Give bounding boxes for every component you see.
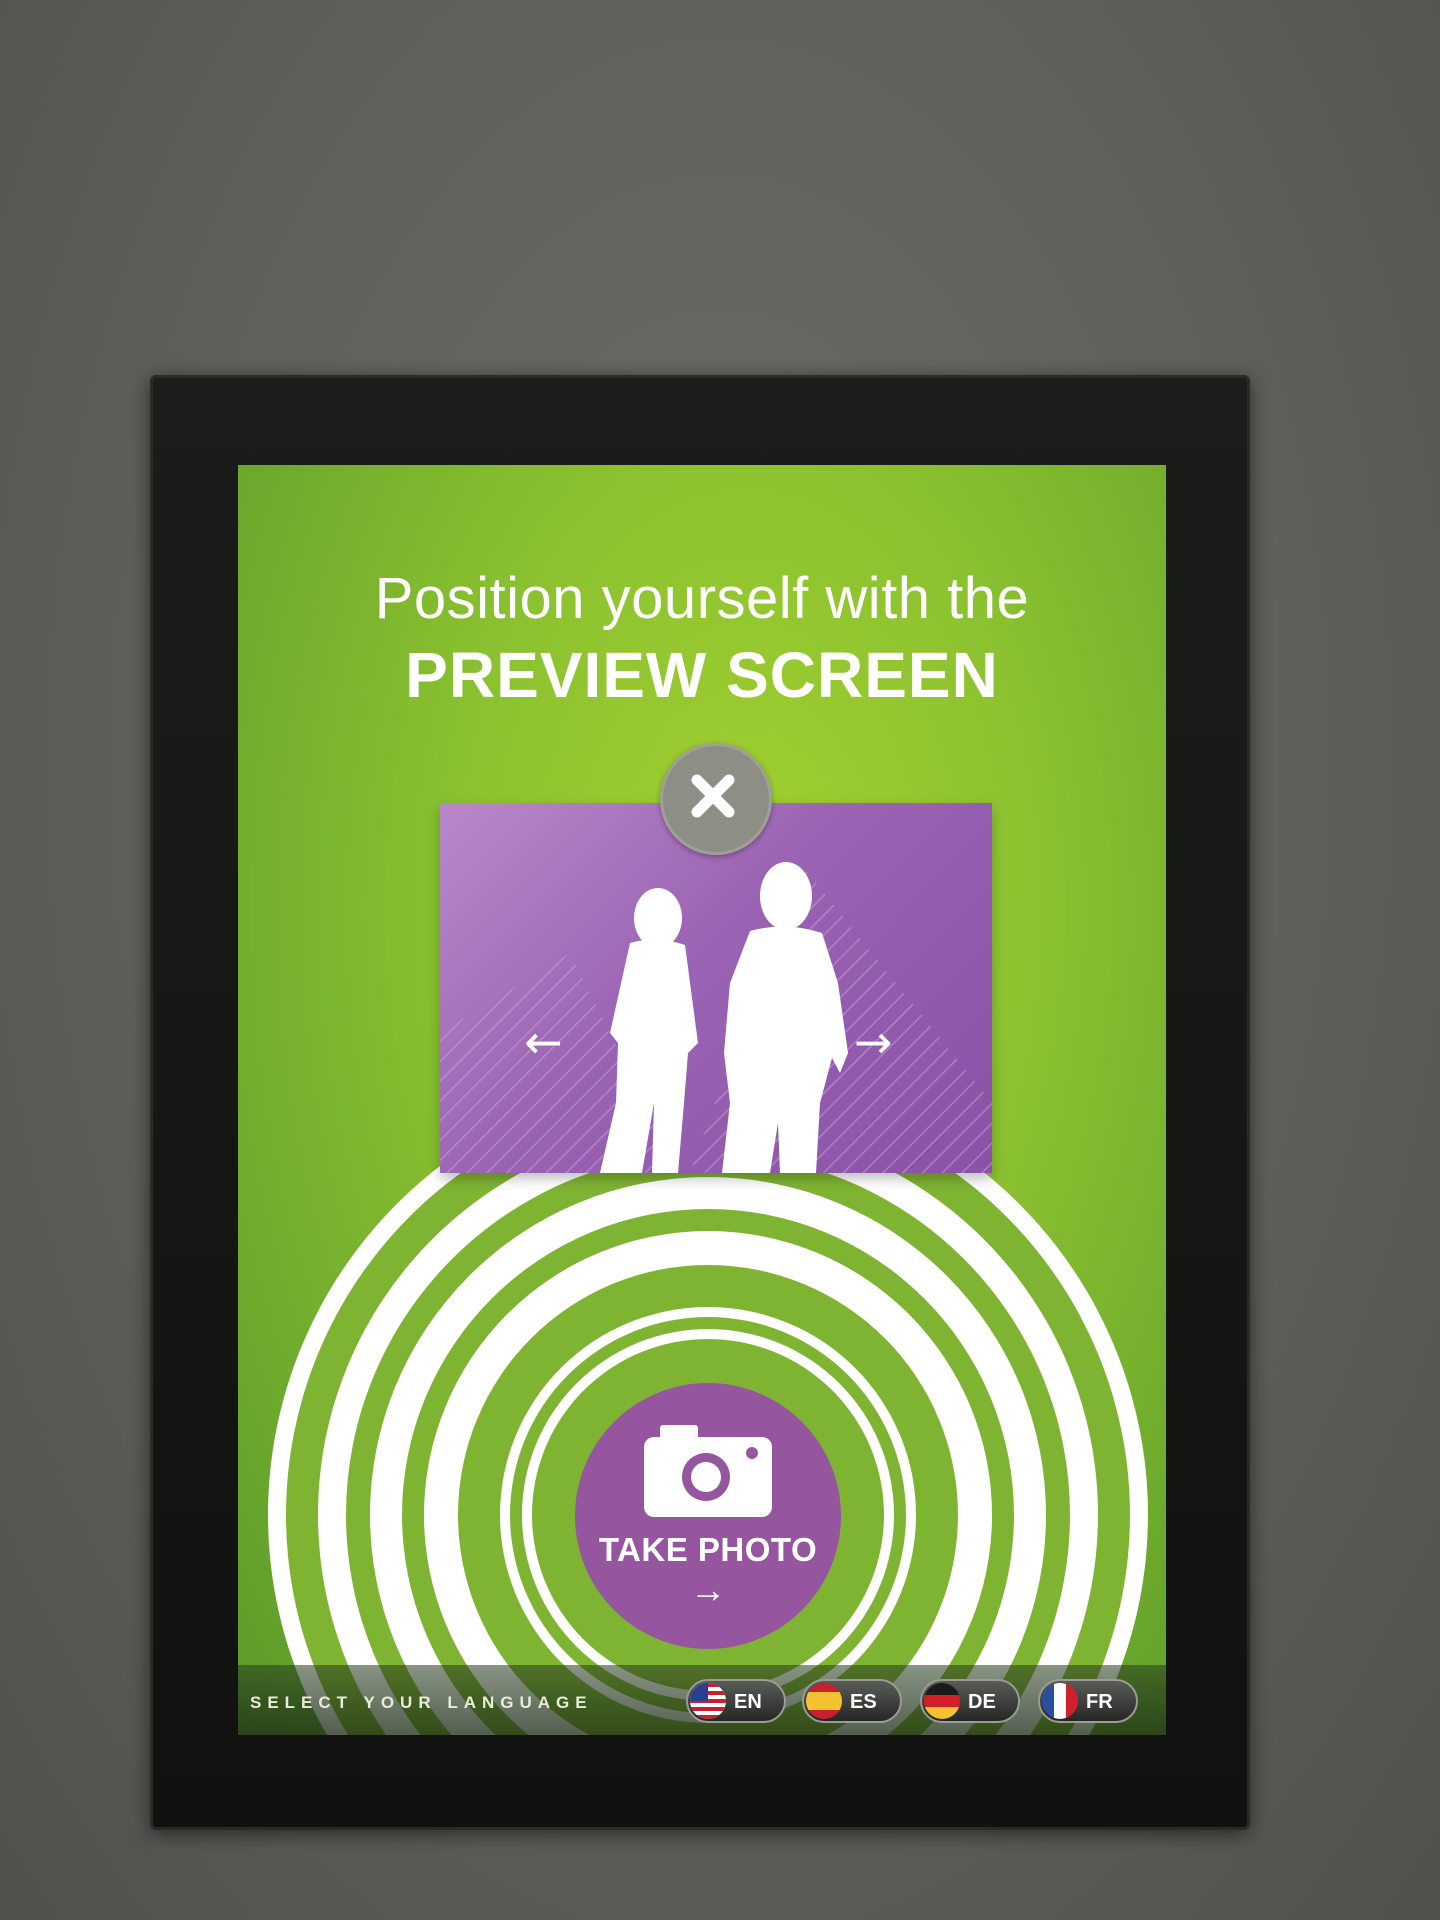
language-code-en: EN: [734, 1691, 762, 1713]
language-code-de: DE: [968, 1691, 996, 1713]
take-photo-label: TAKE PHOTO: [598, 1531, 818, 1568]
take-photo-arrow: →: [690, 1569, 726, 1610]
move-right-arrow: →: [854, 1015, 893, 1069]
kiosk-screen: Position yourself with the PREVIEW SCREE…: [238, 465, 1166, 1735]
preview-screen: ← →: [440, 803, 992, 1173]
language-button-en[interactable]: EN: [686, 1679, 786, 1723]
germany-flag-icon: [924, 1683, 960, 1719]
language-button-es[interactable]: ES: [802, 1679, 902, 1723]
us-flag-icon: [690, 1683, 726, 1719]
language-button-fr[interactable]: FR: [1038, 1679, 1138, 1723]
camera-icon: [644, 1425, 772, 1517]
language-code-es: ES: [850, 1691, 877, 1713]
move-left-arrow: ←: [524, 1015, 563, 1069]
language-bar: SELECT YOUR LANGUAGE EN ES DE FR: [238, 1665, 1166, 1735]
close-button[interactable]: [660, 743, 772, 855]
take-photo-button[interactable]: TAKE PHOTO →: [575, 1383, 841, 1649]
preview-illustration: [440, 862, 992, 1173]
close-icon: [691, 774, 735, 818]
language-button-de[interactable]: DE: [920, 1679, 1020, 1723]
woman-silhouette-icon: [600, 888, 698, 1173]
spain-flag-icon: [806, 1683, 842, 1719]
france-flag-icon: [1042, 1683, 1078, 1719]
language-code-fr: FR: [1086, 1691, 1113, 1713]
language-prompt: SELECT YOUR LANGUAGE: [250, 1693, 593, 1712]
